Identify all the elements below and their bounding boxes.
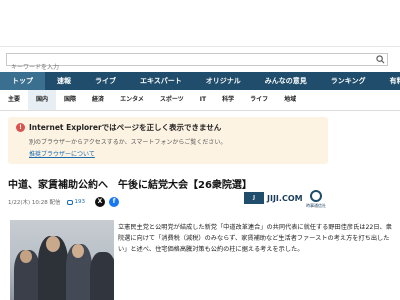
search-field[interactable] — [6, 53, 388, 73]
category-tab-life[interactable]: ライフ — [242, 90, 276, 110]
article-meta: 1/22(木) 10:28 配信 193 X f — [8, 196, 392, 208]
search-icon[interactable] — [376, 55, 385, 64]
article-title: 中道、家賃補助公約へ 午後に結党大会【26衆院選】 — [8, 180, 252, 191]
nav-tab-ranking[interactable]: ランキング — [319, 72, 378, 90]
category-tab-science[interactable]: 科学 — [214, 90, 242, 110]
category-tab-domestic[interactable]: 国内 — [28, 90, 57, 110]
category-tab-international[interactable]: 国際 — [56, 90, 84, 110]
source-logo-link[interactable]: J JIJI.COM — [244, 192, 303, 204]
primary-nav: トップ 速報 ライブ エキスパート オリジナル みんなの意見 ランキング 有料 — [0, 72, 400, 90]
comment-count-link[interactable]: 193 — [66, 199, 86, 205]
category-tab-entertainment[interactable]: エンタメ — [112, 90, 152, 110]
jiji-logo-icon: J — [244, 192, 264, 204]
article-date: 1/22(木) 10:28 配信 — [8, 200, 61, 206]
comment-count: 193 — [74, 199, 86, 205]
category-tab-main[interactable]: 主要 — [0, 90, 28, 110]
category-tab-sports[interactable]: スポーツ — [152, 90, 192, 110]
source-name: JIJI.COM — [267, 193, 303, 203]
publisher-logo[interactable]: 時事通信社 — [304, 190, 328, 209]
article-photo[interactable] — [10, 220, 114, 300]
nav-tab-live[interactable]: ライブ — [83, 72, 128, 90]
category-nav: 主要 国内 国際 経済 エンタメ スポーツ IT 科学 ライフ 地域 — [0, 90, 400, 111]
nav-tab-paid[interactable]: 有料 — [378, 72, 400, 90]
category-tab-it[interactable]: IT — [192, 90, 214, 110]
nav-tab-top[interactable]: トップ — [0, 72, 45, 90]
nav-tab-opinions[interactable]: みんなの意見 — [253, 72, 319, 90]
warning-icon: ! — [16, 123, 25, 132]
category-tab-economy[interactable]: 経済 — [84, 90, 112, 110]
publisher-mark-icon — [310, 190, 322, 202]
publisher-name: 時事通信社 — [306, 203, 326, 208]
facebook-share-icon[interactable]: f — [109, 197, 119, 207]
site-header — [0, 0, 400, 47]
ie-warning-heading: Internet Explorerではページを正しく表示できません — [29, 123, 222, 132]
nav-tab-news[interactable]: 速報 — [45, 72, 83, 90]
nav-tab-expert[interactable]: エキスパート — [128, 72, 194, 90]
ie-warning-banner: ! Internet Explorerではページを正しく表示できません 別のブラ… — [8, 117, 328, 164]
ie-warning-text: 別のブラウザーからアクセスするか、スマートフォンからご覧ください。 — [29, 139, 227, 146]
recommended-browser-link[interactable]: 推奨ブラウザーについて — [29, 149, 320, 158]
article-body: 立憲民主党と公明党が結成した新党「中道改革連合」の共同代表に就任する野田佳彦氏は… — [118, 224, 392, 253]
x-share-icon[interactable]: X — [95, 197, 105, 207]
comment-icon — [66, 199, 73, 205]
nav-tab-original[interactable]: オリジナル — [194, 72, 253, 90]
category-tab-local[interactable]: 地域 — [276, 90, 304, 110]
